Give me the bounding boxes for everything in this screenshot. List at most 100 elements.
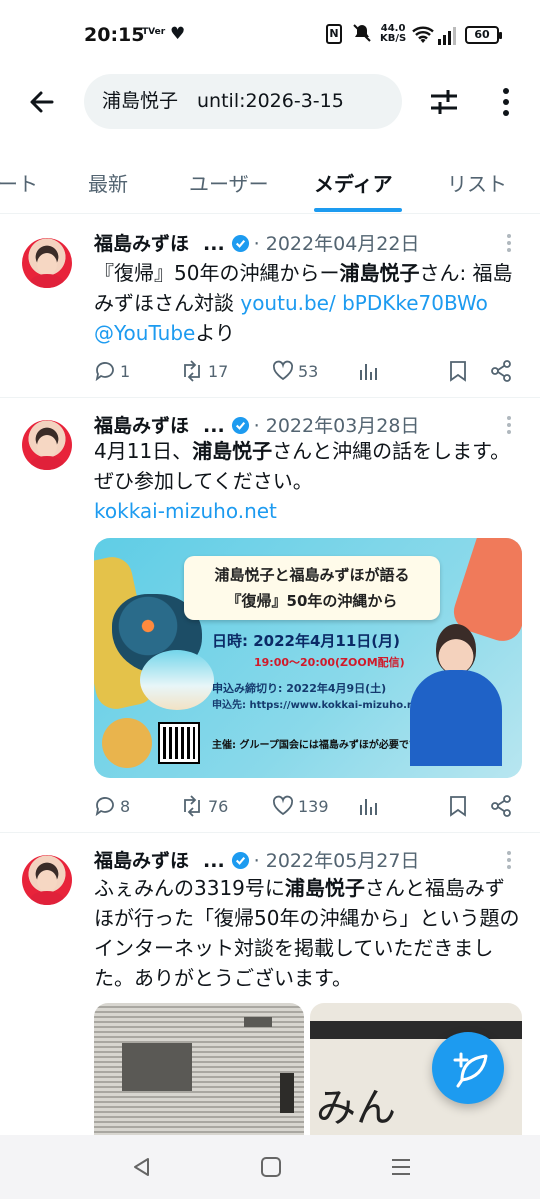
- newspaper-heading: [280, 1073, 294, 1113]
- retweet-button[interactable]: 76: [180, 791, 228, 821]
- nav-home-icon[interactable]: [260, 1155, 282, 1183]
- tweet[interactable]: 福島みずほ... · 2022年03月28日 4月11日、浦島悦子さんと沖縄の話を…: [0, 398, 540, 833]
- event-date: 日時: 2022年4月11日(月): [212, 632, 400, 650]
- reply-button[interactable]: 8: [94, 791, 130, 821]
- event-apply: 申込先: https://www.kokkai-mizuho.net/: [212, 700, 430, 711]
- reply-count: 1: [120, 361, 131, 381]
- share-icon: [491, 795, 511, 817]
- avatar[interactable]: [22, 420, 72, 470]
- retweet-icon: [184, 795, 200, 817]
- like-button[interactable]: 139: [272, 791, 329, 821]
- name-ellipsis: ...: [203, 850, 225, 872]
- event-time: 19:00〜20:00(ZOOM配信): [254, 656, 405, 669]
- magazine-title: みん: [316, 1085, 396, 1131]
- bookmark-button[interactable]: [448, 791, 468, 821]
- tweet-actions: 8 76 139: [94, 791, 520, 821]
- text-part: ふぇみんの3319号に: [94, 876, 285, 900]
- mute-icon: [352, 23, 372, 48]
- tab-latest[interactable]: 最新: [88, 168, 128, 197]
- retweet-count: 17: [208, 361, 229, 381]
- text-part: 4月11日、: [94, 439, 193, 463]
- views-button[interactable]: [358, 791, 378, 821]
- compose-button[interactable]: [432, 1032, 504, 1104]
- avatar[interactable]: [22, 855, 72, 905]
- share-icon: [491, 360, 511, 382]
- reply-count: 8: [120, 796, 131, 816]
- nav-back-icon[interactable]: [130, 1155, 154, 1183]
- text-part: より: [195, 321, 235, 345]
- newspaper-image: [122, 1043, 192, 1091]
- bookmark-icon: [450, 796, 466, 817]
- name-ellipsis: ...: [203, 415, 225, 437]
- tweet-date[interactable]: · 2022年05月27日: [254, 850, 420, 872]
- tab-lists[interactable]: リスト: [447, 168, 507, 197]
- like-button[interactable]: 53: [272, 356, 318, 386]
- reply-button[interactable]: 1: [94, 356, 130, 386]
- status-bar: 20:15 TVer ♥ N 44.0 KB/S 60: [0, 0, 540, 70]
- tweet-text: 『復帰』50年の沖縄からー浦島悦子さん: 福島みずほさん対談 youtu.be/…: [94, 258, 524, 348]
- text-part: 『復帰』50年の沖縄からー: [94, 261, 340, 285]
- author-name[interactable]: 福島みずほ: [94, 415, 189, 437]
- views-button[interactable]: [358, 356, 378, 386]
- search-tabs: ート 最新 ユーザー メディア リスト: [0, 146, 540, 214]
- tab-media[interactable]: メディア: [314, 168, 393, 197]
- more-options-icon[interactable]: [494, 86, 518, 118]
- signal-icon: [438, 25, 460, 49]
- nav-menu-icon[interactable]: [390, 1155, 412, 1183]
- heart-icon: ♥: [170, 24, 186, 44]
- reply-icon: [95, 797, 114, 817]
- search-input[interactable]: 浦島悦子 until:2026-3-15: [84, 74, 402, 129]
- retweet-icon: [184, 360, 200, 382]
- verified-badge-icon: [231, 234, 249, 253]
- tweet-menu-icon[interactable]: [505, 416, 513, 436]
- wifi-icon: [412, 26, 434, 48]
- tweet[interactable]: 福島みずほ... · 2022年04月22日 『復帰』50年の沖縄からー浦島悦子さ…: [0, 216, 540, 398]
- tweet-link[interactable]: youtu.be/ bPDKke70BWo: [240, 291, 487, 315]
- tweet-header: 福島みずほ... · 2022年03月28日: [94, 411, 419, 437]
- tweet-date[interactable]: · 2022年04月22日: [254, 233, 420, 255]
- retweet-button[interactable]: 17: [180, 356, 228, 386]
- compose-feather-icon: [453, 1052, 488, 1088]
- newspaper-photo[interactable]: [94, 1003, 304, 1135]
- status-time: 20:15: [84, 24, 145, 46]
- battery-icon: 60: [465, 26, 502, 44]
- tweet-menu-icon[interactable]: [505, 234, 513, 254]
- tweet-date[interactable]: · 2022年03月28日: [254, 415, 420, 437]
- tweet-link[interactable]: kokkai-mizuho.net: [94, 499, 277, 523]
- beach-photo: [140, 650, 214, 710]
- author-name[interactable]: 福島みずほ: [94, 850, 189, 872]
- tweet-menu-icon[interactable]: [505, 851, 513, 871]
- network-speed: 44.0 KB/S: [380, 24, 406, 44]
- filter-sliders-icon[interactable]: [428, 86, 460, 118]
- media-image[interactable]: 浦島悦子と福島みずほが語る 『復帰』50年の沖縄から 日時: 2022年4月11…: [94, 538, 522, 778]
- tweet-text: 4月11日、浦島悦子さんと沖縄の話をします。ぜひ参加してください。 kokkai-…: [94, 436, 524, 526]
- tab-top[interactable]: ート: [0, 168, 38, 197]
- tweet-actions: 1 17 53: [94, 356, 520, 386]
- share-button[interactable]: [490, 356, 512, 386]
- newspaper-heading: [244, 1017, 272, 1027]
- reply-icon: [95, 362, 114, 382]
- highlighted-keyword: 浦島悦子: [284, 876, 365, 900]
- analytics-icon: [360, 799, 377, 815]
- tweet-text: ふぇみんの3319号に浦島悦子さんと福島みずほが行った「復帰50年の沖縄から」と…: [94, 873, 524, 993]
- speed-unit: KB/S: [380, 33, 407, 44]
- avatar[interactable]: [22, 238, 72, 288]
- heart-outline-icon: [272, 795, 294, 816]
- speaker-photo: [406, 624, 504, 766]
- mention-link[interactable]: @YouTube: [94, 321, 195, 345]
- tab-users[interactable]: ユーザー: [189, 168, 269, 197]
- system-nav-bar: [0, 1135, 540, 1199]
- back-arrow-icon[interactable]: [26, 86, 58, 118]
- tweet-header: 福島みずほ... · 2022年05月27日: [94, 846, 419, 872]
- name-ellipsis: ...: [203, 233, 225, 255]
- event-organizer: 主催: グループ国会には福島みずほが必要です: [212, 740, 419, 751]
- tweet-header: 福島みずほ... · 2022年04月22日: [94, 229, 419, 255]
- tver-icon: TVer: [142, 27, 166, 37]
- coral-decoration: [102, 718, 152, 768]
- share-button[interactable]: [490, 791, 512, 821]
- author-name[interactable]: 福島みずほ: [94, 233, 189, 255]
- retweet-count: 76: [208, 796, 229, 816]
- heart-outline-icon: [272, 360, 294, 381]
- bookmark-button[interactable]: [448, 356, 468, 386]
- event-banner: 浦島悦子と福島みずほが語る 『復帰』50年の沖縄から: [184, 556, 440, 620]
